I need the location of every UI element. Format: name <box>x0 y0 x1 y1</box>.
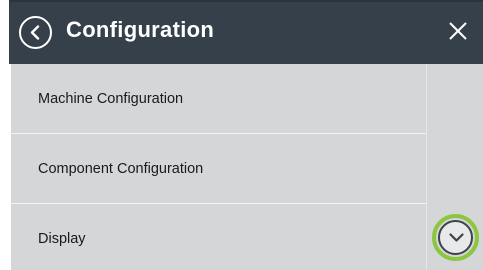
page-title: Configuration <box>66 17 215 42</box>
scroll-down-circle <box>438 220 473 255</box>
menu-item-component-configuration[interactable]: Component Configuration <box>11 134 426 204</box>
configuration-screen: Configuration Machine Configuration Comp… <box>0 0 483 270</box>
chevron-down-icon <box>449 233 464 242</box>
close-icon <box>449 22 467 40</box>
close-button[interactable] <box>447 20 469 42</box>
menu-item-label: Component Configuration <box>38 161 204 177</box>
header-bar: Configuration <box>9 0 483 64</box>
scroll-down-button[interactable] <box>432 214 479 261</box>
menu-item-label: Machine Configuration <box>38 91 184 107</box>
menu-item-machine-configuration[interactable]: Machine Configuration <box>11 64 426 134</box>
chevron-left-icon <box>30 25 40 40</box>
menu-item-display[interactable]: Display <box>11 204 426 270</box>
configuration-menu-list: Machine Configuration Component Configur… <box>11 64 426 270</box>
menu-item-label: Display <box>38 231 86 247</box>
back-button[interactable] <box>19 16 52 49</box>
